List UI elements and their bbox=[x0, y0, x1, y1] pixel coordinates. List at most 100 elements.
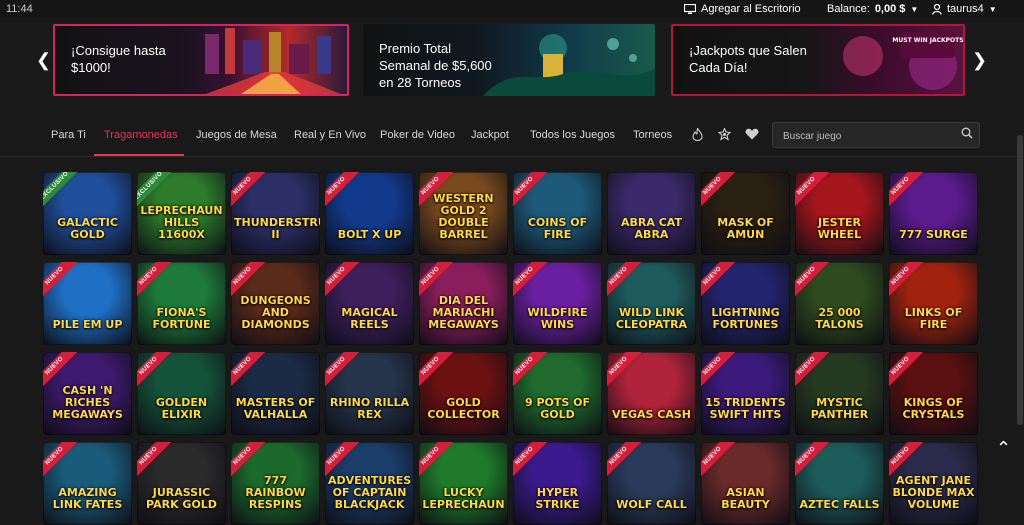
game-tile[interactable]: NUEVO 777 Rainbow Respins bbox=[231, 442, 320, 525]
game-tile[interactable]: NUEVO 9 Pots of Gold bbox=[513, 352, 602, 435]
game-tile[interactable]: NUEVO Amazing Link Fates bbox=[43, 442, 132, 525]
game-title: Fiona's Fortune bbox=[152, 306, 211, 331]
new-badge: NUEVO bbox=[513, 442, 551, 482]
promo-banner-bonus[interactable]: ¡Consigue hasta $1000! bbox=[53, 24, 349, 96]
game-tile[interactable]: NUEVO Rhino Rilla Rex bbox=[325, 352, 414, 435]
game-title: Leprechaun Hills 11600X bbox=[140, 204, 223, 241]
tab-todos-los-juegos[interactable]: Todos los Juegos bbox=[530, 129, 615, 141]
game-tile[interactable]: NUEVO Jester Wheel bbox=[795, 172, 884, 255]
game-tile[interactable]: NUEVO Thunderstruck II bbox=[231, 172, 320, 255]
search-input[interactable] bbox=[781, 128, 955, 144]
scrollbar-thumb[interactable] bbox=[1017, 135, 1023, 425]
game-tile[interactable]: NUEVO Western Gold 2 Double Barrel bbox=[419, 172, 508, 255]
game-title: 9 Pots of Gold bbox=[524, 396, 591, 421]
carousel-prev-button[interactable]: ❮ bbox=[36, 50, 51, 71]
user-icon bbox=[932, 3, 942, 15]
tab-poker-de-video[interactable]: Poker de Video bbox=[380, 129, 455, 141]
badge-icon[interactable] bbox=[718, 128, 731, 141]
new-badge: NUEVO bbox=[137, 352, 175, 392]
city-lights-art bbox=[205, 28, 341, 94]
game-tile[interactable]: NUEVO Golden Elixir bbox=[137, 352, 226, 435]
game-tile[interactable]: NUEVO Lucky Leprechaun bbox=[419, 442, 508, 525]
promo-carousel: ❮ ¡Consigue hasta $1000! Premio Total Se… bbox=[0, 18, 1024, 102]
game-title: Golden Elixir bbox=[155, 396, 208, 421]
game-tile[interactable]: NUEVO Cash 'N Riches Megaways bbox=[43, 352, 132, 435]
game-tile[interactable]: EXCLUSIVO Galactic Gold bbox=[43, 172, 132, 255]
new-badge: NUEVO bbox=[795, 172, 833, 212]
game-tile[interactable]: NUEVO Dia del Mariachi Megaways bbox=[419, 262, 508, 345]
user-menu[interactable]: taurus4 ▼ bbox=[932, 3, 997, 15]
game-tile[interactable]: NUEVO Wolf Call bbox=[607, 442, 696, 525]
username: taurus4 bbox=[947, 3, 984, 15]
game-tile[interactable]: NUEVO Kings of Crystals bbox=[889, 352, 978, 435]
new-badge: NUEVO bbox=[889, 262, 927, 302]
game-tile[interactable]: NUEVO Lightning Fortunes bbox=[701, 262, 790, 345]
game-tile[interactable]: NUEVO Masters of Valhalla bbox=[231, 352, 320, 435]
game-title: Cash 'N Riches Megaways bbox=[52, 384, 123, 421]
game-tile[interactable]: NUEVO Magical Reels bbox=[325, 262, 414, 345]
tab-para-ti[interactable]: Para Ti bbox=[51, 129, 86, 141]
new-badge: NUEVO bbox=[701, 352, 739, 392]
new-badge: NUEVO bbox=[325, 172, 363, 212]
game-tile[interactable]: NUEVO Jurassic Park Gold bbox=[137, 442, 226, 525]
game-title: Links of Fire bbox=[904, 306, 963, 331]
game-tile[interactable]: NUEVO 777 Surge bbox=[889, 172, 978, 255]
game-tile[interactable]: NUEVO Mask of Amun bbox=[701, 172, 790, 255]
carousel-next-button[interactable]: ❯ bbox=[972, 50, 987, 71]
game-tile[interactable]: NUEVO Wildfire Wins bbox=[513, 262, 602, 345]
game-title: Thunderstruck II bbox=[234, 216, 320, 241]
game-title: Hyper Strike bbox=[535, 486, 580, 511]
scroll-to-top-button[interactable]: ⌃ bbox=[996, 438, 1011, 459]
game-tile[interactable]: NUEVO Agent Jane Blonde Max Volume bbox=[889, 442, 978, 525]
new-badge: NUEVO bbox=[43, 262, 81, 302]
game-tile[interactable]: NUEVO Hyper Strike bbox=[513, 442, 602, 525]
tab-tragamonedas[interactable]: Tragamonedas bbox=[104, 129, 178, 141]
game-tile[interactable]: NUEVO Dungeons and Diamonds bbox=[231, 262, 320, 345]
tab-juegos-de-mesa[interactable]: Juegos de Mesa bbox=[196, 129, 277, 141]
tab-torneos[interactable]: Torneos bbox=[633, 129, 672, 141]
add-to-desktop-button[interactable]: Agregar al Escritorio bbox=[684, 3, 801, 15]
new-badge: NUEVO bbox=[137, 262, 175, 302]
game-title: Magical Reels bbox=[341, 306, 398, 331]
promo-banner-jackpots[interactable]: MUST WIN JACKPOTS ¡Jackpots que Salen Ca… bbox=[671, 24, 965, 96]
game-title: Wildfire Wins bbox=[527, 306, 588, 331]
search-icon[interactable] bbox=[961, 127, 973, 139]
promo-banner-tournaments[interactable]: Premio Total Semanal de $5,600 en 28 Tor… bbox=[363, 24, 655, 96]
new-badge: NUEVO bbox=[607, 262, 645, 302]
game-tile[interactable]: NUEVO Links of Fire bbox=[889, 262, 978, 345]
new-badge: NUEVO bbox=[513, 352, 551, 392]
game-tile[interactable]: NUEVO Vegas Cash bbox=[607, 352, 696, 435]
game-tile[interactable]: NUEVO Asian Beauty bbox=[701, 442, 790, 525]
game-tile[interactable]: NUEVO Gold Collector bbox=[419, 352, 508, 435]
new-badge: NUEVO bbox=[231, 172, 269, 212]
game-title: Rhino Rilla Rex bbox=[329, 396, 410, 421]
game-tile[interactable]: NUEVO 25 000 Talons bbox=[795, 262, 884, 345]
game-tile[interactable]: NUEVO Adventures of Captain Blackjack bbox=[325, 442, 414, 525]
game-tile[interactable]: NUEVO Pile Em Up bbox=[43, 262, 132, 345]
game-tile[interactable]: NUEVO Mystic Panther bbox=[795, 352, 884, 435]
game-title: Masters of Valhalla bbox=[235, 396, 316, 421]
tab-jackpot[interactable]: Jackpot bbox=[471, 129, 509, 141]
game-tile[interactable]: NUEVO Fiona's Fortune bbox=[137, 262, 226, 345]
game-tile[interactable]: NUEVO Aztec Falls bbox=[795, 442, 884, 525]
new-badge: NUEVO bbox=[513, 172, 551, 212]
new-badge: NUEVO bbox=[607, 352, 645, 392]
game-tile[interactable]: EXCLUSIVO Leprechaun Hills 11600X bbox=[137, 172, 226, 255]
tab-real-y-en-vivo[interactable]: Real y En Vivo bbox=[294, 129, 366, 141]
game-title: 777 Surge bbox=[899, 228, 968, 241]
must-win-jackpots-text: MUST WIN JACKPOTS bbox=[892, 37, 963, 44]
game-tile[interactable]: NUEVO 15 Tridents Swift Hits bbox=[701, 352, 790, 435]
game-tile[interactable]: NUEVO Coins of Fire bbox=[513, 172, 602, 255]
game-tile[interactable]: Abra Cat Abra bbox=[607, 172, 696, 255]
game-title: Wild Link Cleopatra bbox=[615, 306, 688, 331]
new-badge: NUEVO bbox=[513, 262, 551, 302]
fire-icon[interactable] bbox=[692, 128, 703, 141]
balance-dropdown[interactable]: Balance: 0,00 $ ▼ bbox=[827, 3, 918, 15]
heart-icon[interactable] bbox=[745, 128, 759, 140]
balance-label: Balance: bbox=[827, 3, 870, 15]
game-tile[interactable]: NUEVO Bolt X Up bbox=[325, 172, 414, 255]
jackpot-art: MUST WIN JACKPOTS bbox=[843, 32, 963, 90]
monitor-icon bbox=[684, 3, 696, 14]
game-tile[interactable]: NUEVO Wild Link Cleopatra bbox=[607, 262, 696, 345]
new-badge: NUEVO bbox=[231, 352, 269, 392]
